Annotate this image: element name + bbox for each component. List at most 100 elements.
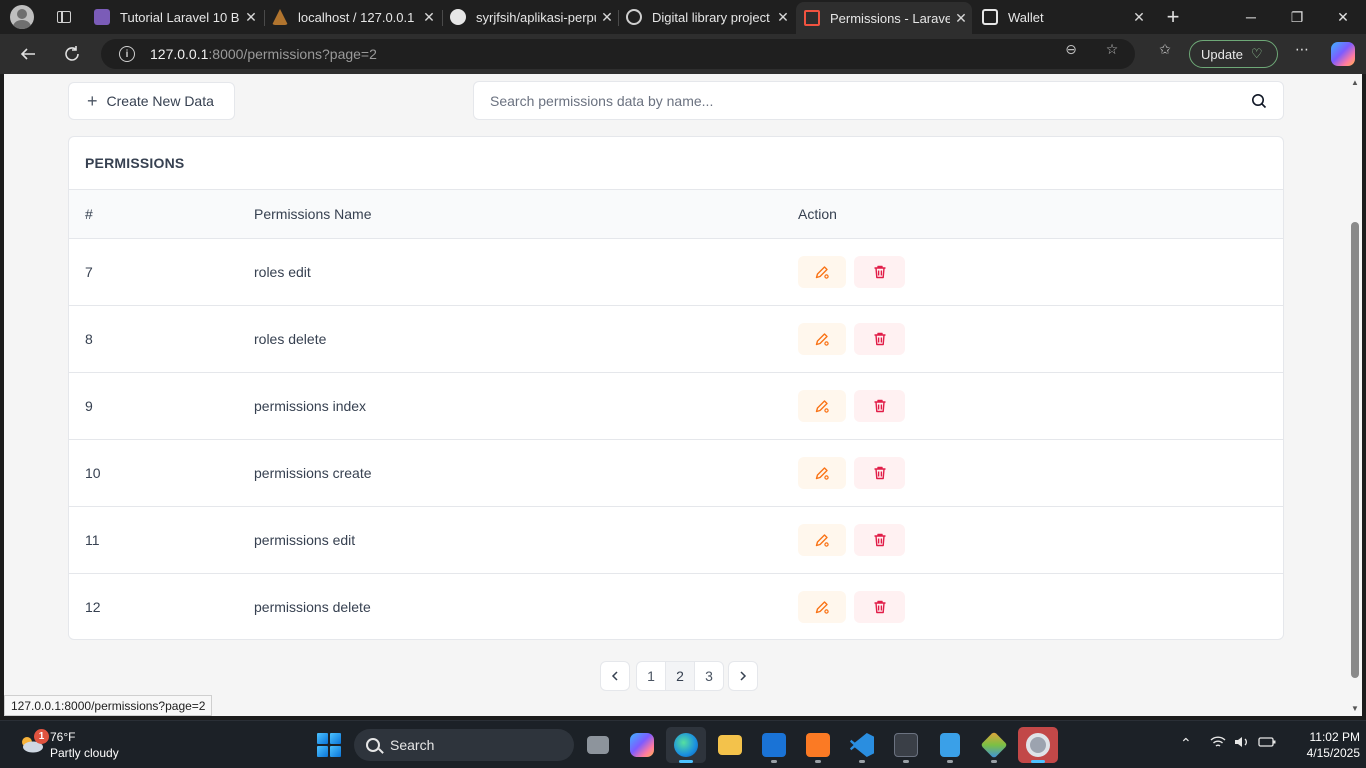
column-header-action: Action [798, 206, 837, 222]
new-tab-button[interactable]: + [1160, 4, 1186, 30]
tab-tutorial-laravel[interactable]: Tutorial Laravel 10 Ba ✕ [86, 2, 262, 32]
favorites-icon[interactable]: ✩ [1157, 41, 1173, 57]
start-windows-icon[interactable] [317, 733, 341, 757]
table-row: 12 permissions delete [69, 574, 1283, 639]
pagination-page-3[interactable]: 3 [694, 661, 724, 691]
close-tab-icon[interactable]: ✕ [418, 9, 440, 26]
trash-icon [874, 332, 885, 346]
git-app[interactable] [974, 727, 1014, 763]
outlook-icon [762, 733, 786, 757]
delete-button[interactable] [854, 390, 905, 422]
xampp-app[interactable] [798, 727, 838, 763]
copilot-icon[interactable] [1331, 42, 1355, 66]
phpmyadmin-icon [272, 9, 288, 25]
edit-button[interactable] [798, 256, 846, 288]
clock-date: 4/15/2025 [1306, 746, 1360, 760]
update-button[interactable]: Update ♡ [1189, 40, 1278, 68]
terminal-app[interactable] [886, 727, 926, 763]
temperature: 76°F [50, 730, 76, 744]
scrollbar-thumb[interactable] [1351, 222, 1359, 678]
delete-button[interactable] [854, 256, 905, 288]
outlook-app[interactable] [754, 727, 794, 763]
site-info-icon[interactable]: i [119, 46, 135, 62]
close-window-button[interactable]: ✕ [1320, 0, 1366, 34]
copilot-app[interactable] [622, 727, 662, 763]
permission-name: permissions edit [254, 532, 356, 548]
search-input[interactable] [490, 82, 1230, 119]
back-arrow-icon [20, 48, 35, 60]
vscode-app[interactable] [842, 727, 882, 763]
tab-permissions-laravel[interactable]: Permissions - Laravel ✕ [796, 2, 972, 34]
minimize-button[interactable]: ─ [1228, 0, 1274, 34]
git-icon [980, 731, 1008, 759]
notepad-app[interactable] [930, 727, 970, 763]
tab-wallet[interactable]: Wallet ✕ [974, 2, 1150, 32]
row-number: 9 [85, 398, 93, 414]
task-view-app[interactable] [578, 727, 618, 763]
github-icon [450, 9, 466, 25]
edit-button[interactable] [798, 457, 846, 489]
trash-icon [874, 600, 885, 614]
row-number: 12 [85, 599, 101, 615]
running-indicator [859, 760, 865, 763]
restore-button[interactable]: ❐ [1274, 0, 1320, 34]
browser-toolbar: i 127.0.0.1:8000/permissions?page=2 ⊖ ☆ … [0, 34, 1366, 74]
chevron-up-icon[interactable]: ⌃ [1180, 735, 1192, 752]
refresh-button[interactable] [57, 40, 87, 68]
tab-chatgpt[interactable]: Digital library project ✕ [618, 2, 794, 32]
edit-button[interactable] [798, 591, 846, 623]
address-bar[interactable]: i 127.0.0.1:8000/permissions?page=2 [101, 39, 1135, 69]
profile-avatar[interactable] [0, 0, 44, 34]
taskbar-search[interactable]: Search [354, 729, 574, 761]
page-viewport: + Create New Data PERMISSIONS # Permissi… [4, 74, 1348, 716]
scroll-down-arrow-icon[interactable]: ▼ [1351, 704, 1359, 713]
delete-button[interactable] [854, 457, 905, 489]
close-tab-icon[interactable]: ✕ [240, 9, 262, 26]
table-header: # Permissions Name Action [69, 190, 1283, 239]
update-label: Update [1201, 46, 1243, 62]
edit-button[interactable] [798, 390, 846, 422]
delete-button[interactable] [854, 323, 905, 355]
copilot-app-icon [630, 733, 654, 757]
pagination-prev[interactable] [600, 661, 630, 691]
edge-app[interactable] [666, 727, 706, 763]
permissions-card: PERMISSIONS # Permissions Name Action 7 r… [68, 136, 1284, 640]
delete-button[interactable] [854, 591, 905, 623]
more-menu-icon[interactable]: ⋯ [1294, 41, 1310, 57]
close-tab-icon[interactable]: ✕ [596, 9, 618, 26]
delete-button[interactable] [854, 524, 905, 556]
pagination-page-1[interactable]: 1 [636, 661, 666, 691]
tab-phpmyadmin[interactable]: localhost / 127.0.0.1 / ✕ [264, 2, 440, 32]
favorite-star-icon[interactable]: ☆ [1104, 41, 1120, 57]
scroll-up-arrow-icon[interactable]: ▲ [1351, 78, 1359, 87]
system-clock[interactable]: 11:02 PM 4/15/2025 [1276, 729, 1360, 761]
battery-icon[interactable] [1258, 735, 1276, 752]
running-indicator [815, 760, 821, 763]
search-box [473, 81, 1284, 120]
tab-title: Digital library project [652, 9, 770, 25]
file-explorer-app[interactable] [710, 727, 750, 763]
edit-button[interactable] [798, 323, 846, 355]
edit-pencil-icon [815, 467, 829, 480]
active-indicator [679, 760, 693, 763]
volume-icon[interactable] [1234, 735, 1250, 752]
pagination: 1 2 3 [600, 661, 758, 691]
pagination-page-2[interactable]: 2 [665, 661, 695, 691]
wifi-icon[interactable] [1210, 735, 1226, 752]
close-tab-icon[interactable]: ✕ [950, 10, 972, 27]
close-tab-icon[interactable]: ✕ [772, 9, 794, 26]
search-icon [366, 738, 380, 752]
close-tab-icon[interactable]: ✕ [1128, 9, 1150, 26]
reading-mode-icon[interactable]: ⊖ [1063, 41, 1079, 57]
search-icon[interactable] [1251, 93, 1267, 109]
gear-icon [1026, 733, 1050, 757]
weather-widget[interactable]: 1 76°F Partly cloudy [14, 727, 154, 763]
pagination-next[interactable] [728, 661, 758, 691]
settings-app[interactable] [1018, 727, 1058, 763]
table-body: 7 roles edit 8 roles delete 9 permissions ind… [69, 239, 1283, 639]
tab-github[interactable]: syrjfsih/aplikasi-perpu ✕ [442, 2, 618, 32]
back-button[interactable] [13, 40, 43, 68]
edit-button[interactable] [798, 524, 846, 556]
create-new-data-button[interactable]: + Create New Data [68, 82, 235, 120]
tab-actions-button[interactable] [44, 0, 84, 34]
